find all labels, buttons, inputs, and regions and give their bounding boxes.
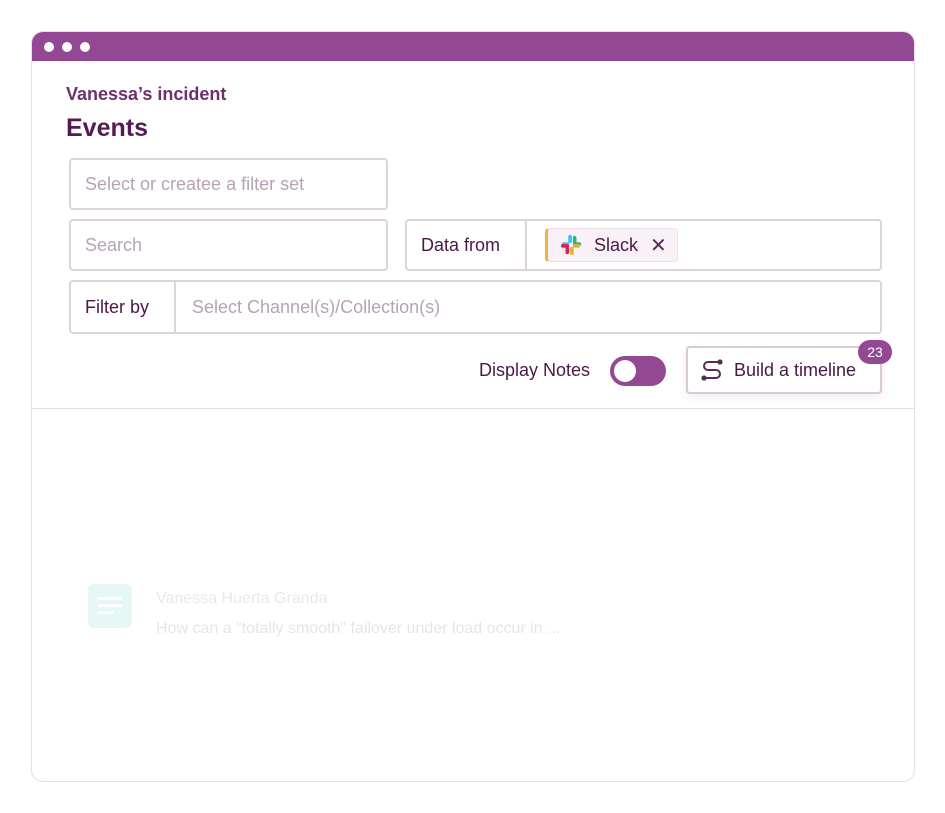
toggle-knob [614, 360, 636, 382]
data-from-label: Data from [407, 221, 527, 269]
build-timeline-label: Build a timeline [734, 359, 857, 380]
display-notes-toggle[interactable] [610, 356, 666, 386]
app-window: Vanessa’s incident Events Select or crea… [31, 31, 915, 782]
window-maximize-dot[interactable] [80, 42, 90, 52]
window-titlebar [32, 32, 914, 61]
window-close-dot[interactable] [44, 42, 54, 52]
page-title: Events [66, 114, 148, 142]
filter-by-label-text: Filter by [85, 296, 150, 317]
search-placeholder: Search [85, 234, 143, 255]
slack-icon [560, 234, 582, 256]
display-notes-label: Display Notes [479, 360, 591, 380]
build-timeline-button[interactable]: Build a timeline [686, 346, 882, 394]
filter-by-label: Filter by [71, 282, 176, 332]
data-from-label-text: Data from [421, 234, 501, 255]
event-message: How can a "totally smooth" failover unde… [156, 620, 561, 637]
filter-set-select[interactable]: Select or createe a filter set [69, 158, 388, 210]
channel-filter-field: Filter by Select Channel(s)/Collection(s… [69, 280, 882, 334]
timeline-icon [701, 359, 723, 381]
event-author: Vanessa Huerta Granda [156, 590, 328, 607]
remove-chip-icon[interactable]: ✕ [650, 233, 667, 258]
filter-set-placeholder: Select or createe a filter set [85, 173, 305, 194]
data-source-chip-slack[interactable]: Slack ✕ [545, 228, 678, 262]
data-source-field: Data from Slack ✕ [405, 219, 882, 271]
channel-select-input[interactable]: Select Channel(s)/Collection(s) [176, 297, 440, 318]
window-minimize-dot[interactable] [62, 42, 72, 52]
timeline-count-badge: 23 [858, 340, 892, 364]
incident-name: Vanessa’s incident [66, 84, 227, 104]
search-input[interactable]: Search [69, 219, 388, 271]
data-source-chip-label: Slack [594, 234, 639, 255]
note-icon [88, 584, 132, 628]
